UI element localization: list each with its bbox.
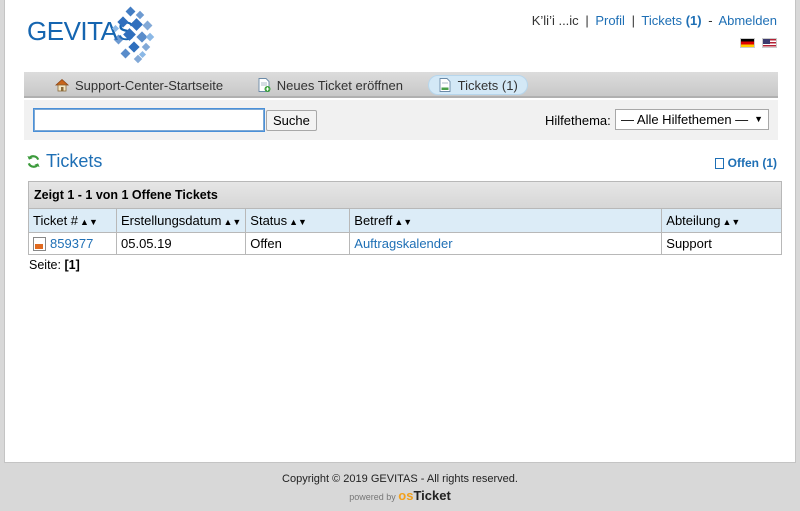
table-header-row: Ticket # ▲▼ Erstellungsdatum ▲▼ Status ▲▼ B… xyxy=(28,208,782,233)
document-icon xyxy=(714,157,724,169)
osticket-logo-os: os xyxy=(398,488,414,503)
powered-by[interactable]: powered by osTicket xyxy=(0,488,800,503)
help-topic-label: Hilfethema: xyxy=(545,113,611,128)
ticket-number-cell: 859377 xyxy=(28,232,117,255)
open-tickets-filter-label: Offen (1) xyxy=(727,156,777,170)
nav-home[interactable]: Support-Center-Startseite xyxy=(46,75,232,95)
search-button[interactable]: Suche xyxy=(266,110,317,131)
ticket-subject-link[interactable]: Auftragskalender xyxy=(354,236,452,251)
language-flags xyxy=(737,38,777,49)
page-container: GEVITAS K’li’i ...ic | Profil | Tickets … xyxy=(4,0,796,463)
user-links: K’li’i ...ic | Profil | Tickets (1) - Ab… xyxy=(532,13,777,28)
tickets-heading[interactable]: Tickets xyxy=(26,151,102,172)
ticket-subject-cell: Auftragskalender xyxy=(349,232,663,255)
ticket-file-icon xyxy=(33,237,46,251)
ticket-department-cell: Support xyxy=(661,232,782,255)
help-topic-selected: — Alle Hilfethemen — xyxy=(621,112,749,127)
new-ticket-icon xyxy=(258,78,271,92)
column-header-department[interactable]: Abteilung ▲▼ xyxy=(661,208,782,233)
table-row: 859377 05.05.19 Offen Auftragskalender S… xyxy=(28,232,782,255)
osticket-logo-ticket: Ticket xyxy=(413,488,451,503)
separator: - xyxy=(708,13,713,28)
chevron-down-icon: ▼ xyxy=(754,114,763,124)
column-header-subject[interactable]: Betreff ▲▼ xyxy=(349,208,663,233)
table-caption: Zeigt 1 - 1 von 1 Offene Tickets xyxy=(28,181,782,208)
nav-home-label: Support-Center-Startseite xyxy=(75,77,224,93)
search-bar: Suche Hilfethema: — Alle Hilfethemen — ▼ xyxy=(24,100,778,140)
tickets-link-label: Tickets xyxy=(641,13,683,28)
column-header-label: Betreff xyxy=(354,213,393,228)
profile-link[interactable]: Profil xyxy=(595,13,625,28)
refresh-icon[interactable] xyxy=(26,154,41,169)
sort-icon: ▲▼ xyxy=(80,217,98,227)
ticket-status-cell: Offen xyxy=(245,232,351,255)
separator: | xyxy=(585,13,589,28)
column-header-label: Ticket # xyxy=(33,213,79,228)
nav-new-ticket[interactable]: Neues Ticket eröffnen xyxy=(248,75,412,95)
user-name: K’li’i ...ic xyxy=(531,13,579,28)
column-header-date[interactable]: Erstellungsdatum ▲▼ xyxy=(115,208,247,233)
ticket-date-cell: 05.05.19 xyxy=(115,232,247,255)
english-flag-icon[interactable] xyxy=(762,38,777,48)
help-topic-select[interactable]: — Alle Hilfethemen — ▼ xyxy=(615,109,769,130)
logo-diamonds-icon xyxy=(111,6,155,64)
sort-icon: ▲▼ xyxy=(394,217,413,227)
german-flag-icon[interactable] xyxy=(740,38,756,48)
separator: | xyxy=(631,13,635,28)
nav-tickets-label: Tickets (1) xyxy=(457,77,518,93)
ticket-table: Zeigt 1 - 1 von 1 Offene Tickets Ticket … xyxy=(28,181,782,255)
logout-link[interactable]: Abmelden xyxy=(718,13,777,28)
column-header-label: Abteilung xyxy=(666,213,721,228)
pager-label: Seite: xyxy=(29,258,61,272)
nav-tickets[interactable]: Tickets (1) xyxy=(427,75,528,95)
copyright-text: Copyright © 2019 GEVITAS - All rights re… xyxy=(282,473,518,485)
main-nav: Support-Center-Startseite Neues Ticket e… xyxy=(24,72,778,98)
home-icon xyxy=(54,78,70,92)
sort-icon: ▲▼ xyxy=(223,217,242,227)
tickets-link-count: (1) xyxy=(685,13,702,28)
column-header-label: Erstellungsdatum xyxy=(121,213,222,228)
sort-icon: ▲▼ xyxy=(289,217,307,227)
sort-icon: ▲▼ xyxy=(722,217,741,227)
nav-new-ticket-label: Neues Ticket eröffnen xyxy=(276,77,403,93)
ticket-number-link[interactable]: 859377 xyxy=(50,236,93,251)
open-tickets-filter[interactable]: Offen (1) xyxy=(714,156,777,170)
search-input[interactable] xyxy=(33,108,265,132)
pager: Seite: [1] xyxy=(29,258,80,272)
column-header-ticket-number[interactable]: Ticket # ▲▼ xyxy=(28,208,117,233)
logo[interactable]: GEVITAS xyxy=(27,6,157,68)
tickets-link[interactable]: Tickets (1) xyxy=(641,13,701,28)
column-header-status[interactable]: Status ▲▼ xyxy=(245,208,351,233)
osticket-logo: osTicket xyxy=(398,488,451,503)
column-header-label: Status xyxy=(250,213,288,228)
tickets-heading-label: Tickets xyxy=(46,151,103,171)
pager-current-page[interactable]: [1] xyxy=(64,258,79,272)
powered-by-label: powered by xyxy=(349,492,396,502)
tickets-icon xyxy=(439,78,451,92)
